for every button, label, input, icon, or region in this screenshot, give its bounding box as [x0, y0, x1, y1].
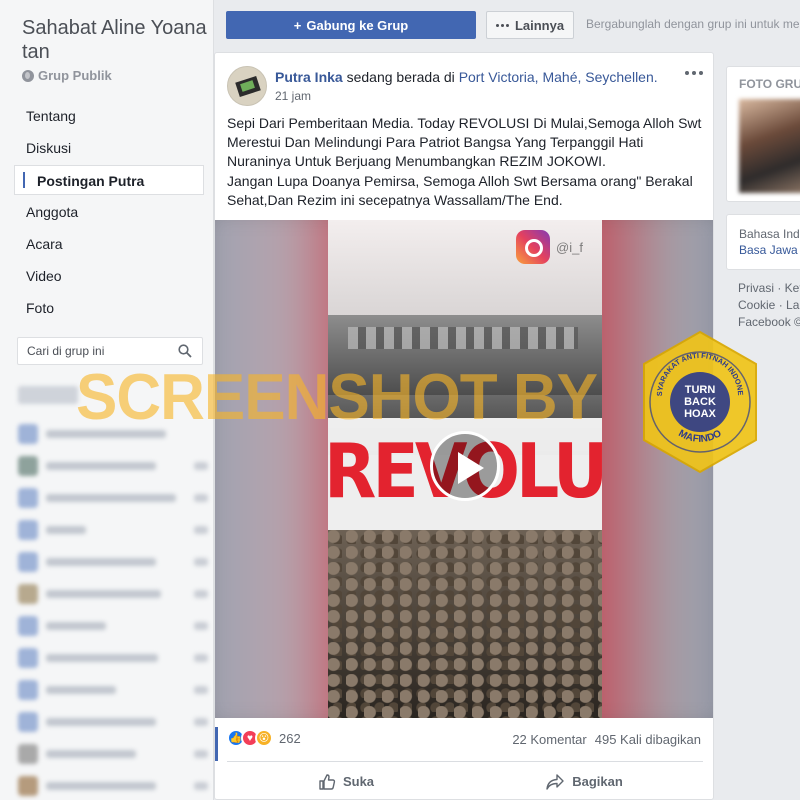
list-item: [18, 578, 208, 610]
instagram-icon: [516, 230, 550, 264]
nav-item-diskusi[interactable]: Diskusi: [14, 133, 204, 163]
list-item: [18, 514, 208, 546]
nav-item-foto[interactable]: Foto: [14, 293, 204, 323]
group-search-input[interactable]: Cari di grup ini: [17, 337, 203, 365]
globe-icon: [22, 69, 34, 82]
share-label: Bagikan: [572, 774, 623, 789]
blurred-shortcuts-list: [18, 386, 208, 800]
join-hint-text: Bergabunglah dengan grup ini untuk mel: [586, 17, 800, 31]
search-icon[interactable]: [178, 344, 192, 358]
share-count[interactable]: 495 Kali dibagikan: [595, 732, 701, 747]
language-current: Bahasa Indonesia: [739, 227, 800, 241]
language-option[interactable]: Basa Jawa: [739, 243, 798, 257]
reaction-count: 262: [279, 730, 301, 746]
badge-line-3: HOAX: [684, 408, 716, 420]
nav-item-acara[interactable]: Acara: [14, 229, 204, 259]
nav-item-anggota[interactable]: Anggota: [14, 197, 204, 227]
join-group-label: Gabung ke Grup: [306, 17, 409, 33]
list-item: [18, 642, 208, 674]
post-stats: 22 Komentar 495 Kali dibagikan: [512, 732, 701, 747]
list-item: [18, 738, 208, 770]
video-handle: @i_f: [556, 240, 583, 255]
turnbackhoax-badge: MASYARAKAT ANTI FITNAH INDONESIA TURN BA…: [640, 330, 757, 474]
list-item: [18, 610, 208, 642]
post-text: Sepi Dari Pemberitaan Media. Today REVOL…: [227, 114, 707, 210]
footer-line[interactable]: Privasi · Ketentuan: [738, 280, 800, 297]
group-nav: Tentang Diskusi Postingan Putra Anggota …: [14, 101, 204, 325]
like-button[interactable]: Suka: [227, 762, 465, 799]
list-item: [18, 482, 208, 514]
group-name[interactable]: Sahabat Aline Yoana tan: [22, 16, 207, 64]
list-item: [18, 770, 208, 800]
play-icon[interactable]: [430, 431, 500, 501]
blurred-list-header: [18, 386, 78, 404]
post-card: Putra Inka sedang berada di Port Victori…: [214, 52, 714, 800]
more-dots-icon: [495, 23, 509, 27]
group-type: Grup Publik: [22, 68, 112, 83]
group-type-label: Grup Publik: [38, 68, 112, 83]
more-button[interactable]: Lainnya: [486, 11, 574, 39]
share-arrow-icon: [546, 773, 564, 790]
search-placeholder: Cari di grup ini: [27, 344, 105, 358]
author-name[interactable]: Putra Inka: [275, 69, 343, 85]
footer-links: Privasi · Ketentuan Cookie · Lainnya Fac…: [738, 280, 800, 331]
list-item: [18, 706, 208, 738]
nav-item-video[interactable]: Video: [14, 261, 204, 291]
post-paragraph: Sepi Dari Pemberitaan Media. Today REVOL…: [227, 115, 702, 170]
language-card: Bahasa Indonesia Basa Jawa: [726, 214, 800, 270]
left-sidebar: Sahabat Aline Yoana tan Grup Publik Tent…: [0, 0, 214, 800]
wow-reaction-icon: 😮: [255, 729, 273, 747]
post-actions: Suka Bagikan: [227, 761, 703, 799]
share-button[interactable]: Bagikan: [465, 762, 703, 799]
list-item: [18, 546, 208, 578]
post-header: Putra Inka sedang berada di Port Victori…: [275, 68, 685, 86]
nav-item-postingan-putra[interactable]: Postingan Putra: [14, 165, 204, 195]
video-buildings: [328, 315, 602, 395]
list-item: [18, 418, 208, 450]
location-link[interactable]: Port Victoria, Mahé, Seychellen.: [459, 69, 658, 85]
group-photos-card: FOTO GRUP: [726, 66, 800, 202]
author-avatar[interactable]: [227, 66, 267, 106]
thumbs-up-icon: [319, 773, 336, 790]
post-timestamp[interactable]: 21 jam: [275, 89, 311, 103]
badge-line-2: BACK: [684, 396, 716, 408]
list-item: [18, 450, 208, 482]
reaction-bar-marker: [215, 727, 218, 761]
photo-thumbnail[interactable]: [739, 99, 800, 193]
like-label: Suka: [342, 774, 375, 789]
post-options-icon[interactable]: [685, 71, 703, 75]
video-crowd: [328, 530, 602, 718]
plus-icon: +: [293, 17, 302, 33]
badge-line-1: TURN: [685, 384, 716, 396]
photos-header[interactable]: FOTO GRUP: [739, 77, 800, 91]
location-connector: sedang berada di: [342, 69, 459, 85]
footer-line[interactable]: Cookie · Lainnya: [738, 297, 800, 314]
nav-item-tentang[interactable]: Tentang: [14, 101, 204, 131]
list-item: [18, 674, 208, 706]
join-group-button[interactable]: + Gabung ke Grup: [226, 11, 476, 39]
reaction-summary[interactable]: 👍 ♥ 😮 262: [227, 729, 301, 747]
comment-count[interactable]: 22 Komentar: [512, 732, 586, 747]
more-label: Lainnya: [514, 17, 565, 33]
footer-copyright: Facebook © 2019: [738, 315, 800, 329]
video-sky: [328, 220, 602, 320]
post-paragraph: Jangan Lupa Doanya Pemirsa, Semoga Alloh…: [227, 172, 693, 208]
